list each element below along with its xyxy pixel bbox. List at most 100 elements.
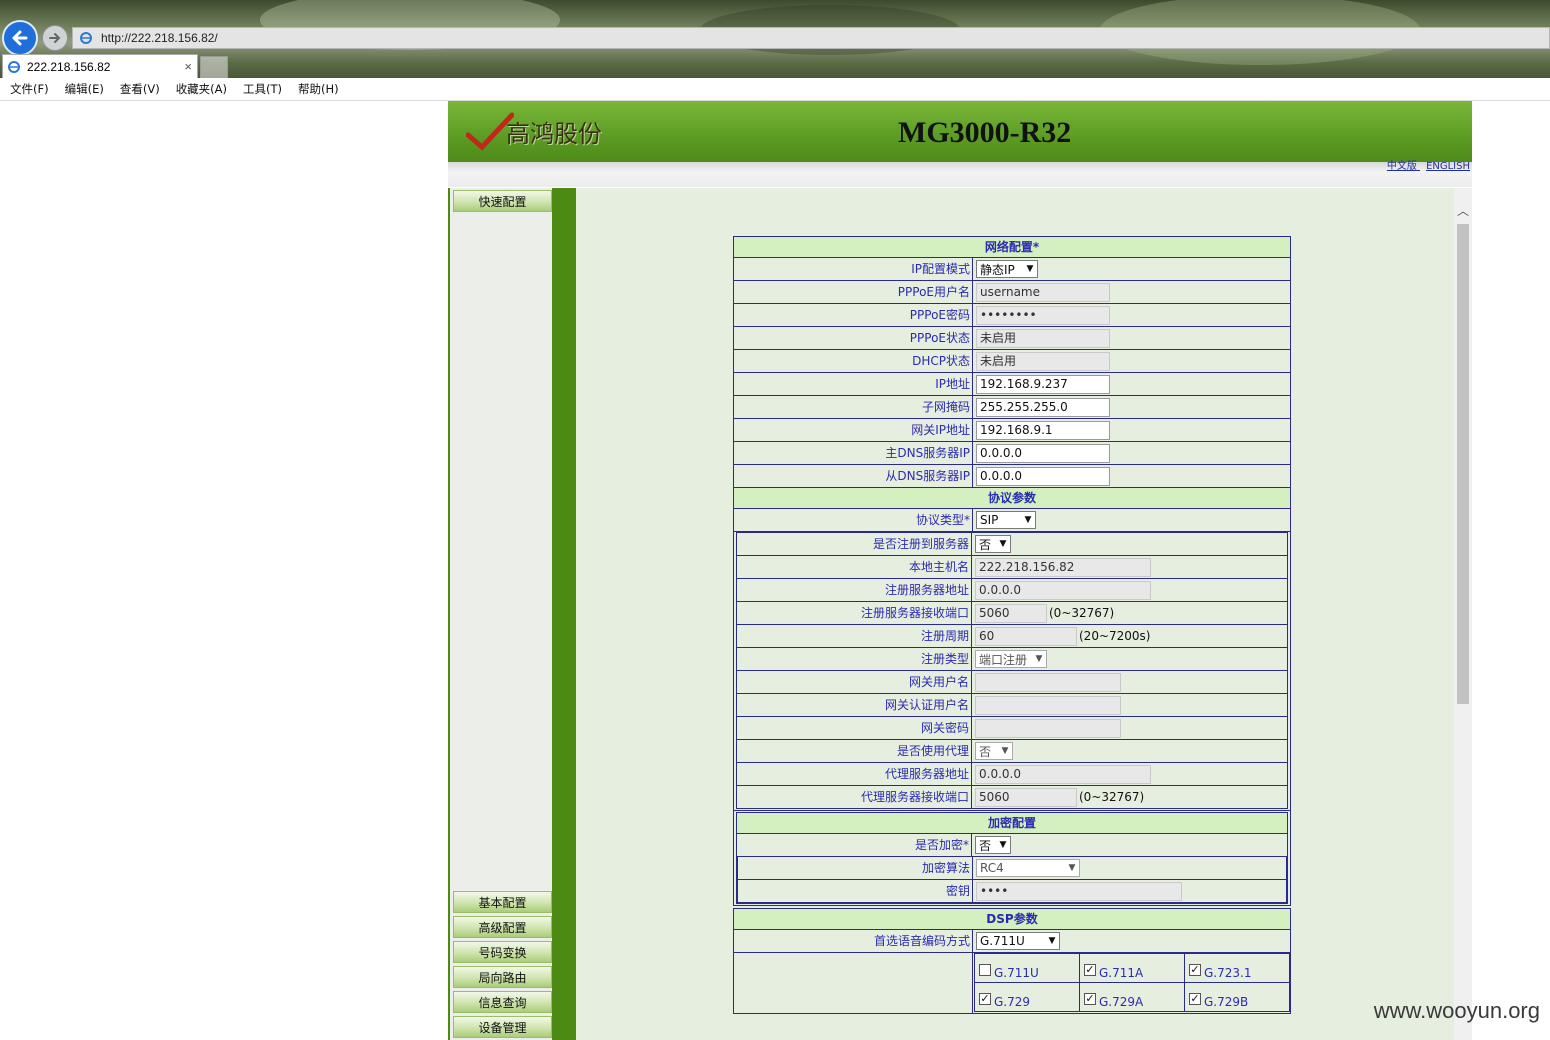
sidebar-item-device-mgmt[interactable]: 设备管理	[453, 1016, 552, 1038]
sidebar-item-info-query[interactable]: 信息查询	[453, 991, 552, 1013]
row-dhcp-status: DHCP状态 未启用	[733, 349, 1291, 373]
gw-auth-user-input[interactable]	[975, 695, 1121, 715]
label-encrypt-key: 密钥	[738, 880, 973, 902]
encryption-details: 加密算法 RC4 ▼ 密钥 ••••	[736, 856, 1288, 904]
encrypt-algo-select[interactable]: RC4 ▼	[976, 859, 1080, 877]
row-secondary-dns: 从DNS服务器IP 0.0.0.0	[733, 464, 1291, 488]
proxy-port-input[interactable]: 5060	[975, 787, 1077, 807]
address-bar[interactable]: http://222.218.156.82/	[72, 27, 1550, 49]
codec-g729-label: G.729	[994, 995, 1031, 1009]
codec-g729a[interactable]: ✓ G.729A	[1079, 982, 1185, 1012]
menu-help[interactable]: 帮助(H)	[298, 81, 339, 97]
label-subnet-mask: 子网掩码	[734, 396, 973, 418]
close-tab-icon[interactable]: ×	[184, 59, 192, 74]
use-proxy-value: 否	[979, 744, 992, 759]
label-proxy-addr: 代理服务器地址	[737, 763, 972, 785]
lang-chinese-link[interactable]: 中文版	[1387, 161, 1417, 172]
row-pppoe-password: PPPoE密码 ••••••••	[733, 303, 1291, 327]
label-reg-type: 注册类型	[737, 648, 972, 670]
encrypt-key-input[interactable]: ••••	[976, 881, 1182, 901]
subnet-mask-input[interactable]: 255.255.255.0	[976, 397, 1110, 417]
section-network-title: 网络配置*	[733, 236, 1291, 258]
primary-dns-input[interactable]: 0.0.0.0	[976, 443, 1110, 463]
row-encrypt-algo: 加密算法 RC4 ▼	[737, 856, 1287, 880]
codec-g729b[interactable]: ✓ G.729B	[1184, 982, 1290, 1012]
gw-user-input[interactable]	[975, 672, 1121, 692]
register-select[interactable]: 否 ▼	[975, 535, 1011, 553]
browser-tab[interactable]: 222.218.156.82 ×	[2, 54, 198, 78]
menu-edit[interactable]: 编辑(E)	[65, 81, 104, 97]
sidebar-item-number-transform[interactable]: 号码变换	[453, 941, 552, 963]
row-register: 是否注册到服务器 否 ▼	[736, 532, 1288, 556]
arrow-right-icon	[49, 33, 61, 43]
codec-g711a[interactable]: ✓ G.711A	[1079, 953, 1185, 983]
scrollbar-thumb[interactable]	[1457, 224, 1469, 704]
pppoe-password-input[interactable]: ••••••••	[976, 305, 1110, 325]
pppoe-user-input[interactable]: username	[976, 282, 1110, 302]
row-proxy-addr: 代理服务器地址 0.0.0.0	[736, 762, 1288, 786]
menu-tools[interactable]: 工具(T)	[243, 81, 282, 97]
address-url: http://222.218.156.82/	[101, 31, 218, 45]
use-proxy-select[interactable]: 否 ▼	[975, 742, 1013, 760]
header-strip	[448, 162, 1472, 187]
reg-type-select[interactable]: 端口注册 ▼	[975, 650, 1047, 668]
ip-mode-select[interactable]: 静态IP ▼	[976, 260, 1038, 278]
row-encrypt-enable: 是否加密* 否 ▼	[736, 833, 1288, 857]
checkbox-g729b[interactable]: ✓	[1189, 993, 1201, 1005]
reg-period-input[interactable]: 60	[975, 626, 1077, 646]
gw-password-input[interactable]	[975, 718, 1121, 738]
hostname-input[interactable]: 222.218.156.82	[975, 557, 1151, 577]
chevron-up-icon[interactable]: ︿	[1454, 202, 1472, 218]
row-codec: 首选语音编码方式 G.711U ▼	[733, 929, 1291, 953]
label-encrypt-algo: 加密算法	[738, 857, 973, 879]
codec-checkbox-grid: G.711U ✓ G.711A ✓ G.723.1 ✓ G.729 ✓ G.729A ✓…	[733, 952, 1291, 1014]
new-tab-button[interactable]	[200, 56, 228, 78]
pppoe-status-field: 未启用	[976, 328, 1110, 348]
codec-g729[interactable]: ✓ G.729	[974, 982, 1080, 1012]
checkbox-g729a[interactable]: ✓	[1084, 993, 1096, 1005]
lang-english-link[interactable]: ENGLISH	[1426, 161, 1470, 172]
row-pppoe-status: PPPoE状态 未启用	[733, 326, 1291, 350]
row-ip-address: IP地址 192.168.9.237	[733, 372, 1291, 396]
sidebar-item-advanced-config[interactable]: 高级配置	[453, 916, 552, 938]
label-ip-mode: IP配置模式	[734, 258, 973, 280]
secondary-dns-input[interactable]: 0.0.0.0	[976, 466, 1110, 486]
encrypt-enable-select[interactable]: 否 ▼	[975, 836, 1011, 854]
menu-view[interactable]: 查看(V)	[120, 81, 160, 97]
language-links: 中文版 ENGLISH	[1381, 157, 1470, 172]
codec-g729a-label: G.729A	[1099, 995, 1144, 1009]
reg-server-input[interactable]: 0.0.0.0	[975, 580, 1151, 600]
sidebar-item-quick-config[interactable]: 快速配置	[453, 190, 552, 212]
codec-g7231[interactable]: ✓ G.723.1	[1184, 953, 1290, 983]
encrypt-enable-value: 否	[979, 838, 992, 853]
label-gw-auth-user: 网关认证用户名	[737, 694, 972, 716]
row-hostname: 本地主机名 222.218.156.82	[736, 555, 1288, 579]
protocol-type-select[interactable]: SIP ▼	[976, 511, 1036, 529]
label-secondary-dns: 从DNS服务器IP	[734, 465, 973, 487]
page-scrollbar[interactable]: ︿	[1454, 188, 1472, 1040]
back-button[interactable]	[2, 20, 38, 56]
checkbox-g729[interactable]: ✓	[979, 993, 991, 1005]
checkbox-g7231[interactable]: ✓	[1189, 964, 1201, 976]
proxy-addr-input[interactable]: 0.0.0.0	[975, 764, 1151, 784]
sidebar-item-basic-config[interactable]: 基本配置	[453, 891, 552, 913]
dhcp-status-field: 未启用	[976, 351, 1110, 371]
codec-g711u[interactable]: G.711U	[974, 953, 1080, 983]
codec-g7231-label: G.723.1	[1204, 966, 1252, 980]
gateway-ip-input[interactable]: 192.168.9.1	[976, 420, 1110, 440]
label-pppoe-status: PPPoE状态	[734, 327, 973, 349]
row-proxy-port: 代理服务器接收端口 5060 (0~32767)	[736, 785, 1288, 809]
menu-file[interactable]: 文件(F)	[10, 81, 49, 97]
label-reg-port: 注册服务器接收端口	[737, 602, 972, 624]
reg-port-input[interactable]: 5060	[975, 603, 1047, 623]
ip-address-input[interactable]: 192.168.9.237	[976, 374, 1110, 394]
sidebar-item-route[interactable]: 局向路由	[453, 966, 552, 988]
codec-select[interactable]: G.711U ▼	[976, 932, 1060, 950]
ip-mode-value: 静态IP	[980, 262, 1015, 277]
checkbox-g711a[interactable]: ✓	[1084, 964, 1096, 976]
menu-favorites[interactable]: 收藏夹(A)	[176, 81, 227, 97]
label-dhcp-status: DHCP状态	[734, 350, 973, 372]
menu-bar: 文件(F) 编辑(E) 查看(V) 收藏夹(A) 工具(T) 帮助(H)	[0, 78, 1550, 101]
checkbox-g711u[interactable]	[979, 964, 991, 976]
forward-button[interactable]	[42, 25, 68, 51]
